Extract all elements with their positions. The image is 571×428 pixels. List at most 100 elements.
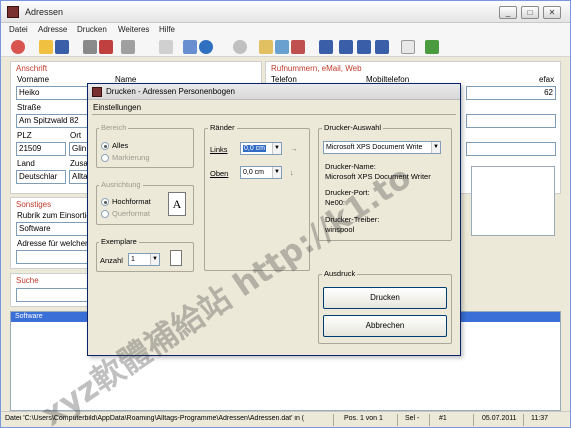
title-bar: Adressen _ □ ✕ [1,1,570,23]
status-selection: Sel - [405,415,420,422]
window-title: Adressen [25,7,64,17]
oben-value: 0,0 cm [243,169,265,176]
markierung-radio[interactable] [101,154,109,162]
querformat-label[interactable]: Querformat [112,209,150,218]
globe-icon[interactable] [199,40,213,54]
web-field[interactable] [466,142,556,156]
minimize-button[interactable]: _ [499,6,517,19]
open-folder-icon[interactable] [39,40,53,54]
links-value: 0,0 cm [243,145,267,152]
stop-icon[interactable] [11,40,25,54]
plz-field[interactable]: 21509 [16,142,66,156]
fax-label: efax [539,75,555,84]
ausdruck-label: Ausdruck [322,269,358,278]
status-divider [333,414,334,426]
sort-icon[interactable] [159,40,173,54]
bereich-group [96,128,194,168]
document-icon[interactable] [401,40,415,54]
bereich-label: Bereich [99,123,129,132]
vorname-label: Vorname [17,75,50,84]
rubrik-field[interactable]: Software [16,222,88,236]
status-divider [397,414,398,426]
first-record-icon[interactable] [319,40,333,54]
dialog-divider [92,114,456,115]
search-icon[interactable] [233,40,247,54]
printer-setup-icon[interactable] [121,40,135,54]
plz-label: PLZ [17,131,32,140]
menu-weiteres[interactable]: Weiteres [118,25,149,34]
menu-bar: Datei Adresse Drucken Weiteres Hilfe [1,23,570,37]
next-record-icon[interactable] [357,40,371,54]
status-divider [523,414,524,426]
email-field[interactable] [466,114,556,128]
alles-label[interactable]: Alles [112,141,128,150]
copy-record-icon[interactable] [275,40,289,54]
menu-drucken[interactable]: Drucken [77,25,107,34]
alles-radio[interactable] [101,142,109,150]
chevron-down-icon[interactable]: ▼ [150,254,159,265]
search-input[interactable] [16,288,88,302]
raender-label: Ränder [208,123,237,132]
oben-label: Oben [210,169,229,178]
drucken-button[interactable]: Drucken [323,287,447,309]
last-record-icon[interactable] [375,40,389,54]
chevron-down-icon[interactable]: ▼ [272,143,281,154]
abbrechen-button[interactable]: Abbrechen [323,315,447,337]
querformat-radio[interactable] [101,210,109,218]
rubrik-label: Rubrik zum Einsortier [17,211,94,220]
previous-record-icon[interactable] [339,40,353,54]
hochformat-radio[interactable] [101,198,109,206]
menu-adresse[interactable]: Adresse [38,25,67,34]
toolbar [1,37,570,57]
hochformat-label[interactable]: Hochformat [112,197,151,206]
chevron-down-icon[interactable]: ▼ [272,167,281,178]
anzahl-label: Anzahl [100,256,123,265]
links-select[interactable]: 0,0 cm ▼ [240,142,282,155]
status-record-number: #1 [439,415,447,422]
printer-select[interactable]: Microsoft XPS Document Write ▼ [323,141,441,154]
vorname-field[interactable]: Heiko [16,86,88,100]
zusatz-label: Zusa [70,159,88,168]
land-field[interactable]: Deutschlar [16,170,66,184]
zusatz-field[interactable]: Allta [69,170,89,184]
ausrichtung-label: Ausrichtung [99,180,143,189]
strasse-field[interactable]: Am Spitzwald 82 [16,114,88,128]
fax-field[interactable]: 62 [466,86,556,100]
arrow-down-icon: ↓ [290,168,294,177]
windows-icon[interactable] [425,40,439,54]
save-icon[interactable] [55,40,69,54]
notes-field[interactable] [471,166,555,236]
adresse-fuer-field[interactable] [16,250,88,264]
print-preview-icon[interactable] [99,40,113,54]
anzahl-select[interactable]: 1 ▼ [128,253,160,266]
adresse-fuer-label: Adresse für welchen [17,239,90,248]
drucker-auswahl-label: Drucker-Auswahl [322,123,384,132]
dialog-title-bar: Drucken - Adressen Personenbogen [88,84,460,100]
dialog-title: Drucken - Adressen Personenbogen [106,87,235,96]
einstellungen-label: Einstellungen [93,103,142,112]
main-window: Adressen _ □ ✕ Datei Adresse Drucken Wei… [0,0,571,428]
menu-datei[interactable]: Datei [9,25,28,34]
rufnummern-label: Rufnummern, eMail, Web [271,64,362,73]
ort-field[interactable]: Glin [69,142,89,156]
portrait-page-icon: A [168,192,186,216]
anzahl-value: 1 [131,256,135,263]
chevron-down-icon[interactable]: ▼ [431,142,440,153]
print-dialog: Drucken - Adressen Personenbogen Einstel… [87,83,461,356]
sonstiges-label: Sonstiges [16,200,52,209]
links-label: Links [210,145,228,154]
arrows-icon[interactable] [183,40,197,54]
copies-page-icon [170,250,182,266]
maximize-button[interactable]: □ [521,6,539,19]
close-button[interactable]: ✕ [543,6,561,19]
markierung-label[interactable]: Markierung [112,153,150,162]
new-record-icon[interactable] [259,40,273,54]
print-icon[interactable] [83,40,97,54]
delete-record-icon[interactable] [291,40,305,54]
dialog-app-icon [92,87,102,97]
oben-select[interactable]: 0,0 cm ▼ [240,166,282,179]
status-date: 05.07.2011 [482,415,517,422]
menu-hilfe[interactable]: Hilfe [159,25,175,34]
app-icon [7,6,19,18]
exemplare-label: Exemplare [99,237,139,246]
